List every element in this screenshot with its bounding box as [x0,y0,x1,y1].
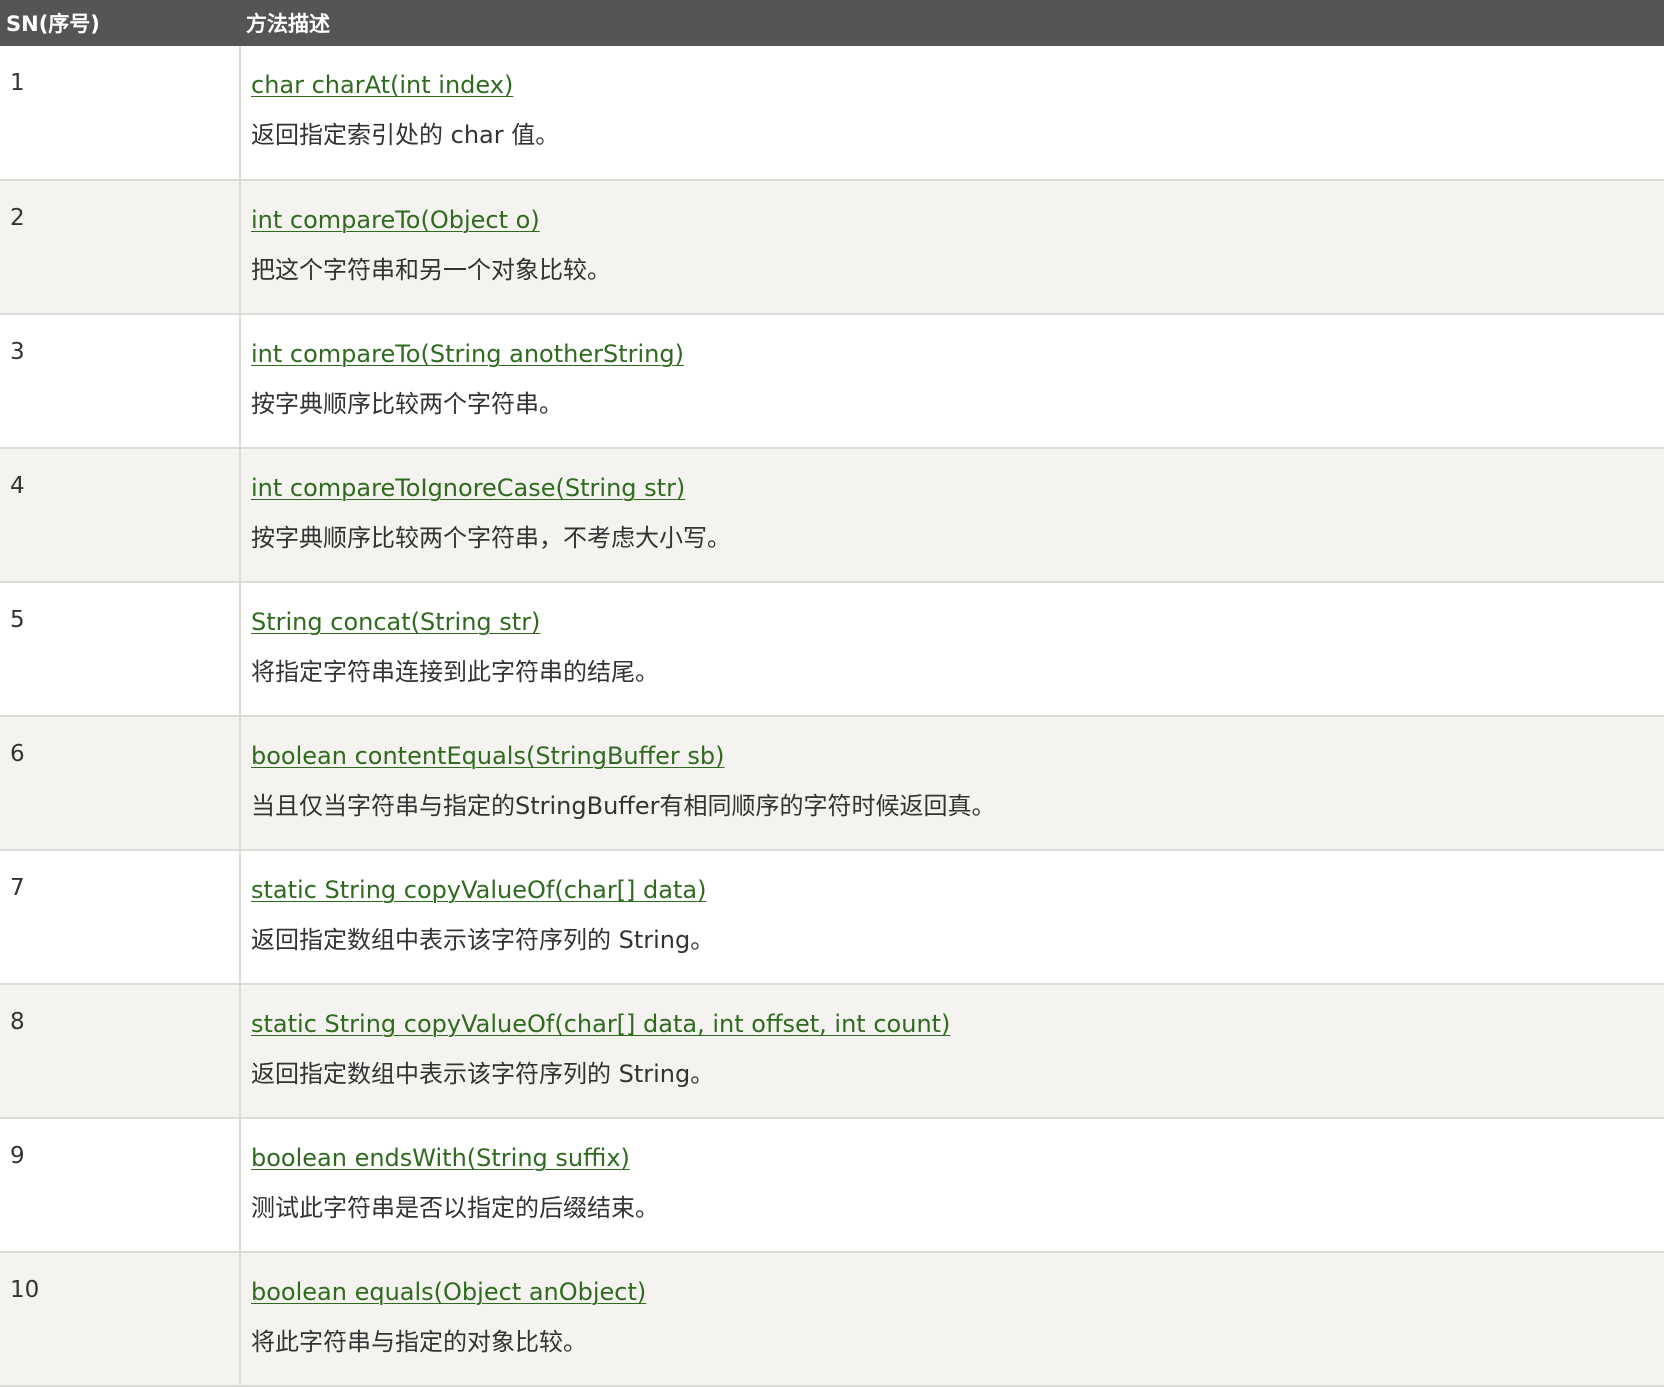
row-sn: 3 [0,314,241,448]
header-row: SN(序号) 方法描述 [0,0,1664,46]
method-link[interactable]: int compareTo(Object o) [251,205,540,235]
method-link[interactable]: static String copyValueOf(char[] data, i… [251,1009,950,1039]
table-row: 2 int compareTo(Object o) 把这个字符串和另一个对象比较… [0,180,1664,314]
row-sn: 1 [0,46,241,180]
method-link[interactable]: int compareTo(String anotherString) [251,339,684,369]
row-desc-cell: int compareTo(Object o) 把这个字符串和另一个对象比较。 [240,180,1664,314]
table-row: 10 boolean equals(Object anObject) 将此字符串… [0,1252,1664,1386]
method-description: 把这个字符串和另一个对象比较。 [251,256,611,284]
method-description: 将此字符串与指定的对象比较。 [251,1328,587,1356]
row-sn: 4 [0,448,241,582]
method-description: 将指定字符串连接到此字符串的结尾。 [251,658,659,686]
method-link[interactable]: boolean equals(Object anObject) [251,1277,646,1307]
string-methods-table: SN(序号) 方法描述 1 char charAt(int index) 返回指… [0,0,1664,1387]
row-desc-cell: String concat(String str) 将指定字符串连接到此字符串的… [240,582,1664,716]
table-body: 1 char charAt(int index) 返回指定索引处的 char 值… [0,46,1664,1386]
row-sn: 10 [0,1252,241,1386]
header-sn: SN(序号) [6,12,100,36]
header-desc: 方法描述 [246,12,330,36]
row-sn: 6 [0,716,241,850]
row-sn: 7 [0,850,241,984]
row-desc-cell: boolean contentEquals(StringBuffer sb) 当… [240,716,1664,850]
row-desc-cell: int compareToIgnoreCase(String str) 按字典顺… [240,448,1664,582]
table-row: 8 static String copyValueOf(char[] data,… [0,984,1664,1118]
method-link[interactable]: boolean endsWith(String suffix) [251,1143,630,1173]
table-row: 1 char charAt(int index) 返回指定索引处的 char 值… [0,46,1664,180]
table-row: 6 boolean contentEquals(StringBuffer sb)… [0,716,1664,850]
method-description: 按字典顺序比较两个字符串，不考虑大小写。 [251,524,731,552]
row-desc-cell: boolean equals(Object anObject) 将此字符串与指定… [240,1252,1664,1386]
table-row: 7 static String copyValueOf(char[] data)… [0,850,1664,984]
table-header: SN(序号) 方法描述 [0,0,1664,46]
method-description: 按字典顺序比较两个字符串。 [251,390,563,418]
method-description: 返回指定数组中表示该字符序列的 String。 [251,1060,715,1088]
table-row: 5 String concat(String str) 将指定字符串连接到此字符… [0,582,1664,716]
table-row: 9 boolean endsWith(String suffix) 测试此字符串… [0,1118,1664,1252]
table-row: 4 int compareToIgnoreCase(String str) 按字… [0,448,1664,582]
row-sn: 5 [0,582,241,716]
method-description: 返回指定数组中表示该字符序列的 String。 [251,926,715,954]
method-link[interactable]: static String copyValueOf(char[] data) [251,875,706,905]
row-sn: 8 [0,984,241,1118]
row-desc-cell: boolean endsWith(String suffix) 测试此字符串是否… [240,1118,1664,1252]
row-desc-cell: char charAt(int index) 返回指定索引处的 char 值。 [240,46,1664,180]
method-link[interactable]: boolean contentEquals(StringBuffer sb) [251,741,725,771]
row-desc-cell: static String copyValueOf(char[] data, i… [240,984,1664,1118]
method-link[interactable]: char charAt(int index) [251,70,513,100]
method-description: 测试此字符串是否以指定的后缀结束。 [251,1194,659,1222]
row-sn: 2 [0,180,241,314]
row-desc-cell: static String copyValueOf(char[] data) 返… [240,850,1664,984]
table-row: 3 int compareTo(String anotherString) 按字… [0,314,1664,448]
row-desc-cell: int compareTo(String anotherString) 按字典顺… [240,314,1664,448]
method-description: 当且仅当字符串与指定的StringBuffer有相同顺序的字符时候返回真。 [251,792,996,820]
row-sn: 9 [0,1118,241,1252]
method-description: 返回指定索引处的 char 值。 [251,121,560,149]
method-link[interactable]: int compareToIgnoreCase(String str) [251,473,685,503]
method-link[interactable]: String concat(String str) [251,607,540,637]
